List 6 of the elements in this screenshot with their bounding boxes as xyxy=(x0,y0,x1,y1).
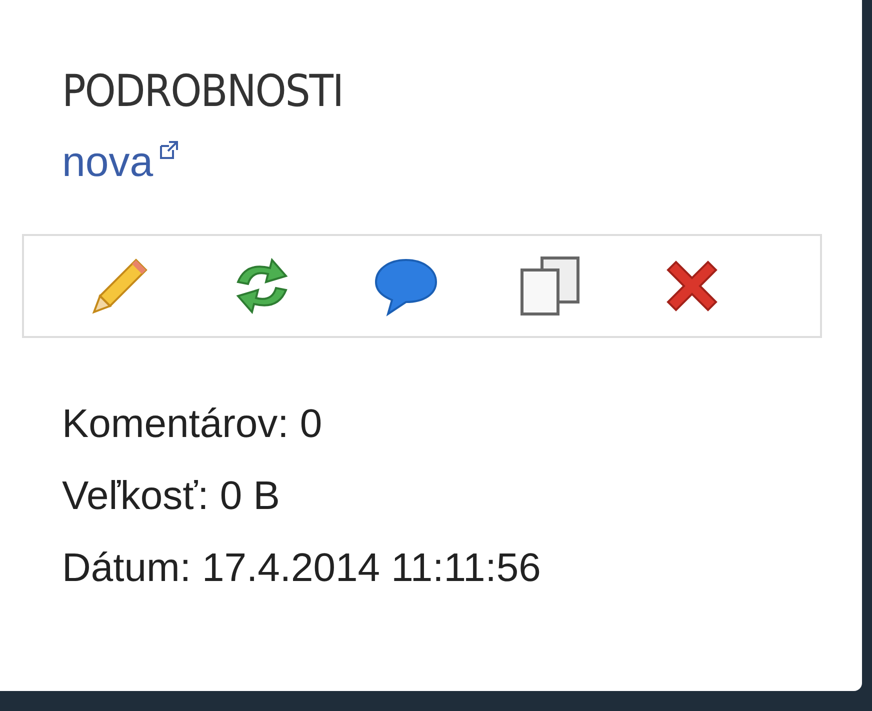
info-line: Dátum: 17.4.2014 11:11:56 xyxy=(62,545,542,592)
external-link-icon xyxy=(159,140,180,160)
info-line: Komentárov: 0 xyxy=(62,401,324,448)
info-line: Veľkosť: 0 B xyxy=(62,473,281,520)
external-link[interactable]: nova xyxy=(62,136,154,188)
panel-title: PODROBNOSTI xyxy=(62,65,344,119)
